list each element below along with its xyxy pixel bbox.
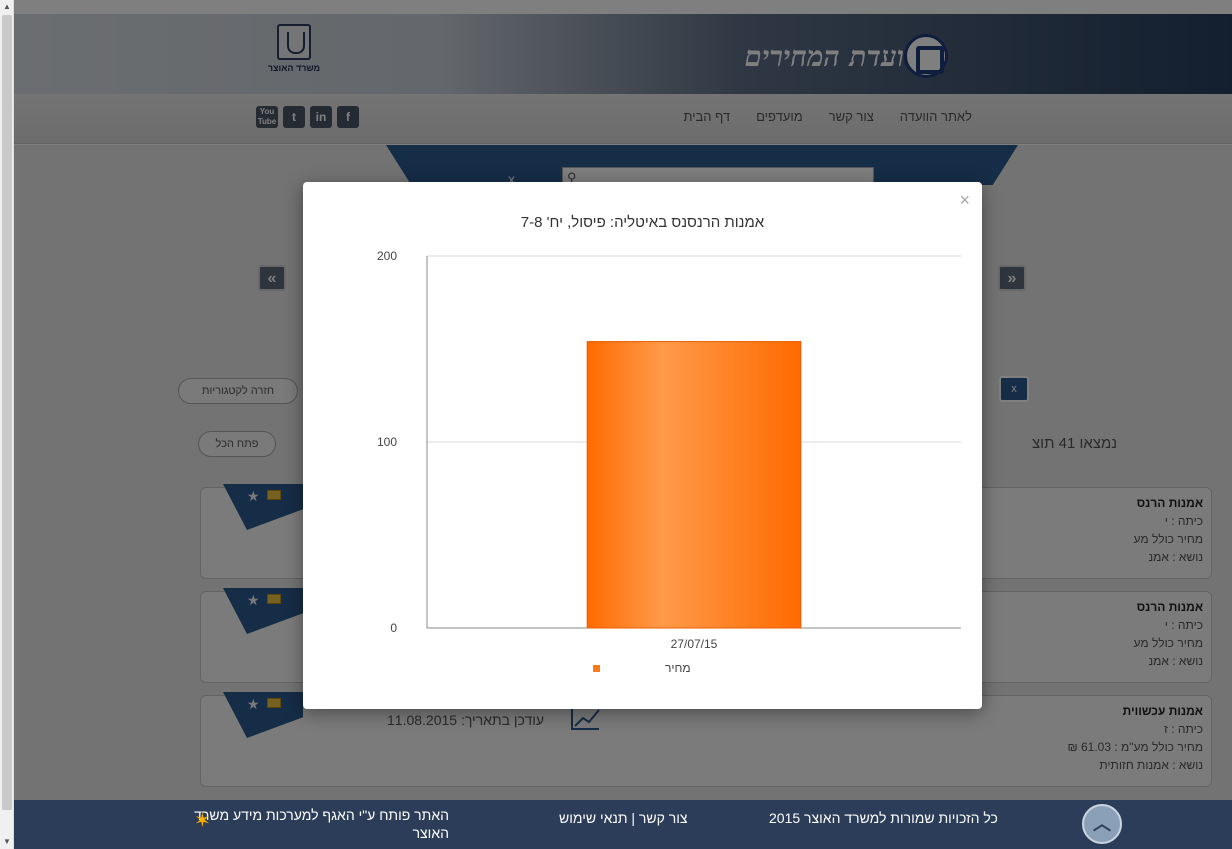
chart-area: 0 100 200 27/07/15 מחיר: [339, 242, 967, 690]
legend-swatch: [593, 665, 600, 672]
page-scrollbar[interactable]: ▲ ▼: [0, 0, 14, 849]
modal-close-icon[interactable]: ×: [959, 190, 970, 211]
scroll-up-icon[interactable]: ▲: [2, 2, 12, 12]
y-tick-label: 100: [377, 435, 397, 449]
chart-modal: × אמנות הרנסנס באיטליה: פיסול, יח' 7-8 0…: [303, 182, 982, 709]
browser-frame: ▲ ▼ משרד האוצר ועדת המחירים דף הבית מועד…: [0, 0, 1232, 849]
bar: [586, 341, 802, 629]
sparkle-logo-icon: ✶: [194, 810, 211, 832]
y-tick-label: 0: [390, 621, 397, 635]
footer-credit: האתר פותח ע"י האגף למערכות מידע משרד האו…: [194, 807, 449, 841]
y-tick-label: 200: [377, 249, 397, 263]
chart-title: אמנות הרנסנס באיטליה: פיסול, יח' 7-8: [520, 214, 765, 231]
footer-links[interactable]: צור קשר | תנאי שימוש: [559, 810, 688, 826]
scroll-thumb[interactable]: [2, 15, 12, 810]
scroll-down-icon[interactable]: ▼: [2, 837, 12, 847]
x-tick-label: 27/07/15: [671, 637, 718, 651]
price-chart: 0 100 200 27/07/15 מחיר: [377, 249, 961, 675]
scroll-to-top-button[interactable]: ︿: [1082, 804, 1122, 844]
footer-copyright: כל הזכויות שמורות למשרד האוצר 2015: [769, 810, 998, 826]
legend-label: מחיר: [665, 661, 691, 675]
site-footer: ︿ כל הזכויות שמורות למשרד האוצר 2015 צור…: [14, 800, 1232, 849]
